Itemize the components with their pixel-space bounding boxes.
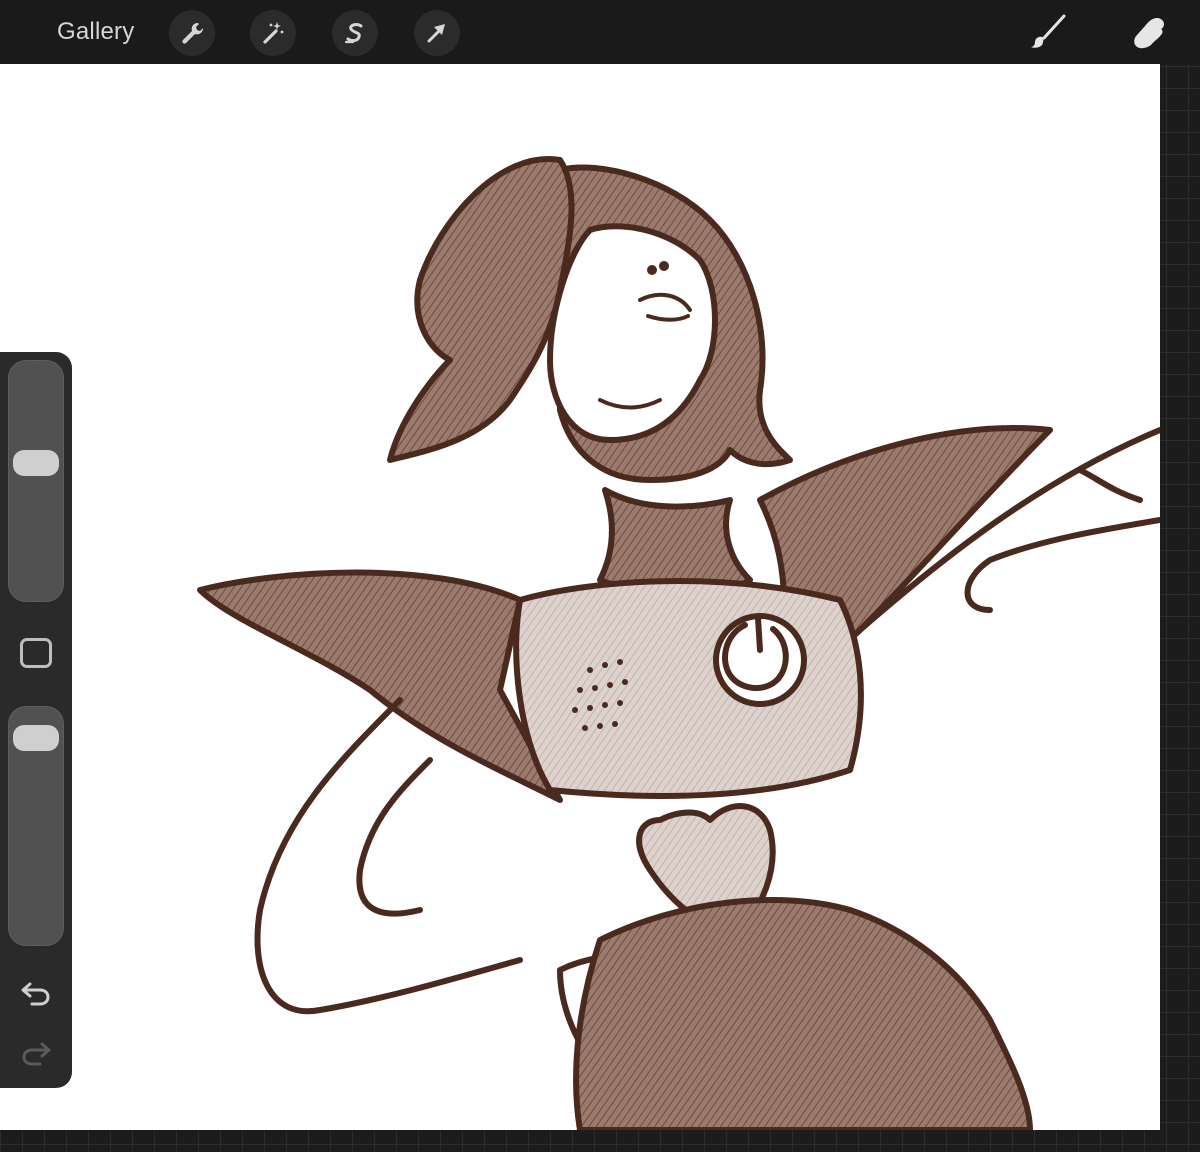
arrow-cursor-icon (427, 24, 445, 43)
brush-button[interactable] (1028, 12, 1068, 52)
actions-button[interactable] (169, 10, 215, 56)
sidebar (0, 352, 72, 1088)
opacity-slider[interactable] (8, 706, 64, 946)
sketch-artwork (197, 156, 1160, 1130)
smudge-finger-icon (1134, 18, 1164, 49)
top-toolbar: Gallery (0, 0, 1200, 64)
brush-size-thumb[interactable] (13, 450, 59, 477)
adjustments-button[interactable] (250, 10, 296, 56)
opacity-thumb[interactable] (13, 725, 59, 752)
gallery-button[interactable]: Gallery (57, 16, 134, 48)
redo-icon (22, 1042, 51, 1066)
brush-icon (1031, 14, 1066, 48)
transform-button[interactable] (414, 10, 460, 56)
modify-button[interactable] (20, 638, 52, 668)
undo-button[interactable] (18, 976, 54, 1008)
selection-s-icon (344, 23, 363, 44)
brush-size-slider[interactable] (8, 360, 64, 602)
redo-button[interactable] (18, 1036, 54, 1068)
magic-wand-icon (263, 22, 284, 44)
drawing-canvas[interactable] (0, 64, 1160, 1130)
selection-button[interactable] (332, 10, 378, 56)
undo-icon (21, 982, 50, 1006)
wrench-icon (182, 22, 204, 44)
smudge-button[interactable] (1128, 12, 1168, 52)
